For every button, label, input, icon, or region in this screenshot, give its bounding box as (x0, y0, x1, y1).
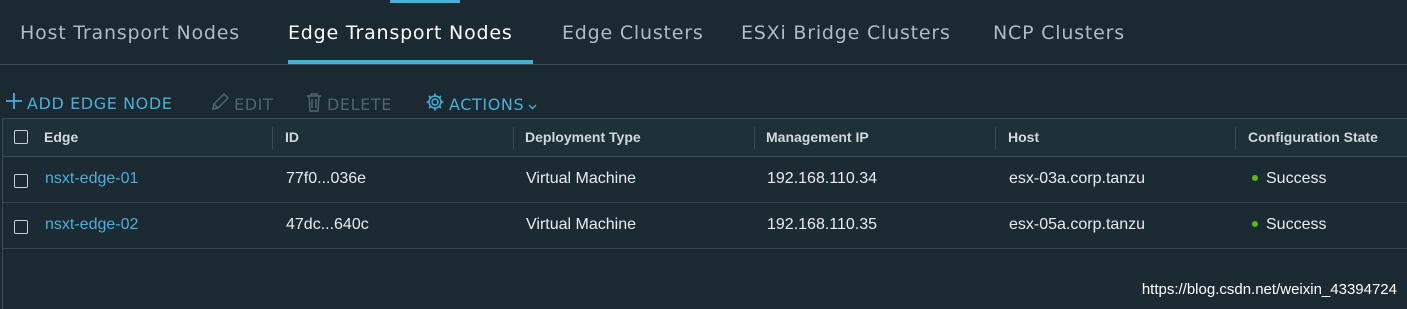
configuration-state-label: Success (1266, 216, 1327, 233)
chevron-down-icon (528, 95, 537, 114)
management-ip: 192.168.110.34 (767, 170, 878, 187)
edge-name-link[interactable]: nsxt-edge-02 (45, 216, 138, 234)
column-header-management-ip[interactable]: Management IP (766, 129, 869, 145)
gear-icon (425, 92, 445, 116)
actions-label: ACTIONS (449, 94, 525, 114)
column-separator[interactable] (995, 127, 996, 149)
column-separator[interactable] (754, 127, 755, 149)
column-separator[interactable] (1235, 127, 1236, 149)
active-tab-indicator (288, 60, 533, 64)
configuration-state: Success (1252, 216, 1326, 234)
edit-button[interactable]: EDIT (210, 92, 273, 116)
host-name: esx-05a.corp.tanzu (1009, 216, 1146, 233)
plus-icon (5, 92, 23, 114)
edge-id: 77f0...036e (286, 170, 367, 187)
tab-edge-clusters[interactable]: Edge Clusters (562, 22, 704, 44)
column-header-host[interactable]: Host (1008, 129, 1039, 145)
column-separator[interactable] (272, 127, 273, 149)
actions-dropdown[interactable]: ACTIONS (425, 92, 537, 116)
host-name: esx-03a.corp.tanzu (1009, 170, 1146, 187)
tab-host-transport-nodes[interactable]: Host Transport Nodes (20, 22, 240, 44)
delete-label: DELETE (327, 94, 392, 114)
status-dot-icon (1252, 174, 1258, 181)
configuration-state-label: Success (1266, 170, 1327, 187)
tab-bar: Host Transport Nodes Edge Transport Node… (0, 0, 1407, 65)
deployment-type: Virtual Machine (526, 216, 636, 233)
row-checkbox[interactable] (14, 220, 28, 234)
table-row[interactable]: nsxt-edge-02 47dc...640c Virtual Machine… (3, 203, 1407, 249)
tab-esxi-bridge-clusters[interactable]: ESXi Bridge Clusters (741, 22, 951, 44)
toolbar: ADD EDGE NODE EDIT DELETE ACTIONS (0, 86, 1407, 116)
column-header-deployment-type[interactable]: Deployment Type (525, 129, 641, 145)
column-header-configuration-state[interactable]: Configuration State (1248, 129, 1378, 145)
table-row[interactable]: nsxt-edge-01 77f0...036e Virtual Machine… (3, 157, 1407, 203)
edge-id: 47dc...640c (286, 216, 369, 233)
select-all-checkbox[interactable] (14, 130, 28, 144)
delete-button[interactable]: DELETE (305, 92, 392, 116)
column-separator[interactable] (513, 127, 514, 149)
trash-icon (305, 92, 323, 116)
tab-ncp-clusters[interactable]: NCP Clusters (993, 22, 1125, 44)
status-dot-icon (1252, 220, 1258, 227)
edit-label: EDIT (234, 94, 274, 114)
column-header-id[interactable]: ID (285, 129, 299, 145)
tab-edge-transport-nodes[interactable]: Edge Transport Nodes (288, 22, 513, 44)
management-ip: 192.168.110.35 (767, 216, 878, 233)
watermark-text: https://blog.csdn.net/weixin_43394724 (1141, 281, 1397, 298)
edge-name-link[interactable]: nsxt-edge-01 (45, 170, 138, 188)
column-header-edge[interactable]: Edge (44, 129, 78, 145)
deployment-type: Virtual Machine (526, 170, 636, 187)
grid-header: Edge ID Deployment Type Management IP Ho… (3, 119, 1407, 157)
configuration-state: Success (1252, 170, 1326, 188)
add-edge-node-button[interactable]: ADD EDGE NODE (5, 92, 173, 114)
pencil-icon (210, 92, 230, 116)
add-edge-node-label: ADD EDGE NODE (27, 93, 173, 113)
row-checkbox[interactable] (14, 174, 28, 188)
